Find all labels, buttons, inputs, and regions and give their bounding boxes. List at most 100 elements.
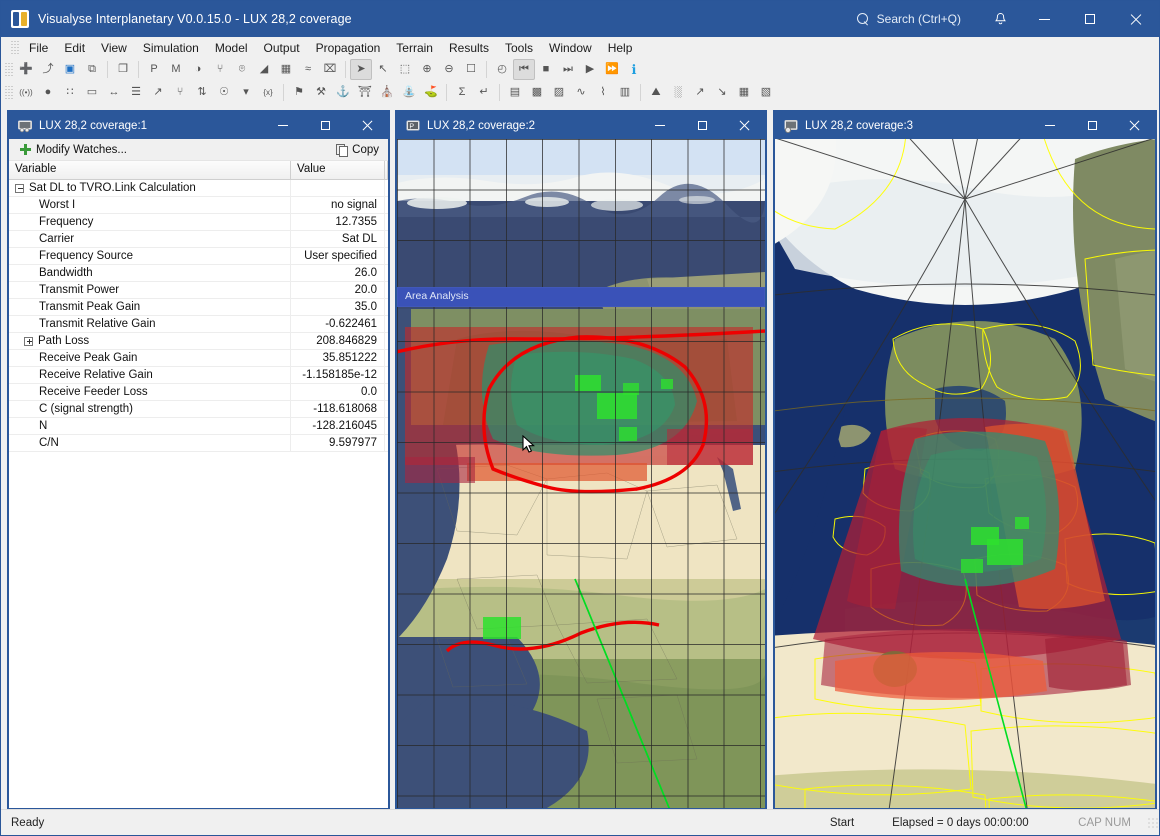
add-mobile-station-icon[interactable]: ⚓ bbox=[332, 82, 354, 103]
menu-propagation[interactable]: Propagation bbox=[308, 38, 389, 58]
watch-row[interactable]: Receive Feeder Loss 0.0 bbox=[9, 383, 388, 401]
new-globe-window-icon[interactable]: ◑ bbox=[187, 59, 209, 80]
watch-row[interactable]: Sat DL to TVRO.Link Calculation bbox=[9, 180, 388, 197]
fast-forward-icon[interactable]: ⏩ bbox=[601, 59, 623, 80]
new-scenario-icon[interactable]: ▨ bbox=[548, 82, 570, 103]
dropdown-arrow-icon[interactable]: ▾ bbox=[235, 82, 257, 103]
new-link-window-icon[interactable]: ⑂ bbox=[209, 59, 231, 80]
add-link-icon[interactable]: ⇅ bbox=[191, 82, 213, 103]
menu-results[interactable]: Results bbox=[441, 38, 497, 58]
toolbar-grip[interactable] bbox=[5, 61, 13, 78]
add-earth-station-icon[interactable]: ⛩ bbox=[354, 82, 376, 103]
expand-icon[interactable] bbox=[24, 336, 33, 346]
map-maximize-button[interactable] bbox=[681, 112, 723, 139]
step-forward-icon[interactable]: ⏭ bbox=[557, 59, 579, 80]
pan-tool-icon[interactable]: ☐ bbox=[460, 59, 482, 80]
watch-row[interactable]: Transmit Power 20.0 bbox=[9, 281, 388, 299]
menu-window[interactable]: Window bbox=[541, 38, 600, 58]
sum-icon[interactable]: Σ bbox=[451, 82, 473, 103]
globe-maximize-button[interactable] bbox=[1071, 112, 1113, 139]
menu-tools[interactable]: Tools bbox=[497, 38, 541, 58]
add-transmitter-icon[interactable]: ((•)) bbox=[15, 82, 37, 103]
info-icon[interactable]: ℹ bbox=[623, 59, 645, 80]
map-close-button[interactable] bbox=[723, 112, 765, 139]
buildings-filter-icon[interactable]: ▧ bbox=[755, 82, 777, 103]
add-group-station-icon[interactable]: ⛲ bbox=[398, 82, 420, 103]
globe-canvas[interactable] bbox=[775, 139, 1155, 808]
watch-row[interactable]: Worst I no signal bbox=[9, 196, 388, 214]
watch-maximize-button[interactable] bbox=[304, 112, 346, 139]
map-canvas[interactable]: Area Analysis bbox=[397, 139, 765, 808]
column-header-variable[interactable]: Variable bbox=[9, 161, 291, 179]
add-list-icon[interactable]: ☰ bbox=[125, 82, 147, 103]
save-as-document-icon[interactable]: ⧉ bbox=[81, 59, 103, 80]
add-network-icon[interactable]: ⑂ bbox=[169, 82, 191, 103]
terrain-database-icon[interactable]: ⛰ bbox=[645, 82, 667, 103]
variables-icon[interactable]: {x} bbox=[257, 82, 279, 103]
rubber-band-select-icon[interactable]: ⬚ bbox=[394, 59, 416, 80]
watch-row[interactable]: Transmit Peak Gain 35.0 bbox=[9, 298, 388, 316]
scenario-icon[interactable]: ▩ bbox=[526, 82, 548, 103]
close-button[interactable] bbox=[1113, 1, 1159, 37]
column-header-value[interactable]: Value bbox=[291, 161, 385, 179]
open-document-icon[interactable]: ⤴ bbox=[37, 59, 59, 80]
watch-row[interactable]: Frequency 12.7355 bbox=[9, 213, 388, 231]
globe-window-title-bar[interactable]: LUX 28,2 coverage:3 bbox=[775, 112, 1155, 139]
menu-view[interactable]: View bbox=[93, 38, 135, 58]
map-window-title-bar[interactable]: P LUX 28,2 coverage:2 bbox=[397, 112, 765, 139]
status-start-button[interactable]: Start bbox=[818, 810, 866, 836]
menu-file[interactable]: File bbox=[21, 38, 56, 58]
resize-grip[interactable] bbox=[1147, 816, 1159, 829]
zoom-out-icon[interactable]: ⊖ bbox=[438, 59, 460, 80]
new-watch-window-icon[interactable]: ⌾ bbox=[231, 59, 253, 80]
minimize-button[interactable] bbox=[1021, 1, 1067, 37]
watch-row[interactable]: Bandwidth 26.0 bbox=[9, 264, 388, 282]
new-table-window-icon[interactable]: ▦ bbox=[275, 59, 297, 80]
new-plot-window-icon[interactable]: P bbox=[143, 59, 165, 80]
copy-icon[interactable]: ❐ bbox=[112, 59, 134, 80]
plot-chart-icon[interactable]: ∿ bbox=[570, 82, 592, 103]
menu-output[interactable]: Output bbox=[256, 38, 308, 58]
watch-row[interactable]: C (signal strength) -118.618068 bbox=[9, 400, 388, 418]
modify-watches-button[interactable]: Modify Watches... bbox=[17, 143, 130, 157]
add-antenna-icon[interactable]: ☉ bbox=[213, 82, 235, 103]
watch-minimize-button[interactable] bbox=[262, 112, 304, 139]
new-report-window-icon[interactable]: ⌧ bbox=[319, 59, 341, 80]
menu-terrain[interactable]: Terrain bbox=[388, 38, 441, 58]
add-point-icon[interactable]: ● bbox=[37, 82, 59, 103]
map-minimize-button[interactable] bbox=[639, 112, 681, 139]
zoom-in-icon[interactable]: ⊕ bbox=[416, 59, 438, 80]
maximize-button[interactable] bbox=[1067, 1, 1113, 37]
watch-row[interactable]: Transmit Relative Gain -0.622461 bbox=[9, 315, 388, 333]
menu-model[interactable]: Model bbox=[207, 38, 256, 58]
toolbar-grip[interactable] bbox=[5, 84, 13, 101]
search-input[interactable]: Search (Ctrl+Q) bbox=[851, 1, 979, 37]
add-line-icon[interactable]: ↔ bbox=[103, 82, 125, 103]
add-vector-icon[interactable]: ↗ bbox=[147, 82, 169, 103]
stop-icon[interactable]: ■ bbox=[535, 59, 557, 80]
new-map-window-icon[interactable]: M bbox=[165, 59, 187, 80]
path-point-icon[interactable]: ↘ bbox=[711, 82, 733, 103]
new-terrain-window-icon[interactable]: ◢ bbox=[253, 59, 275, 80]
watch-row[interactable]: C/N 9.597977 bbox=[9, 434, 388, 452]
play-icon[interactable]: ▶ bbox=[579, 59, 601, 80]
select-tool-icon[interactable]: ➤ bbox=[350, 59, 372, 80]
watch-close-button[interactable] bbox=[346, 112, 388, 139]
copy-button[interactable]: Copy bbox=[333, 143, 382, 157]
watch-row[interactable]: Receive Peak Gain 35.851222 bbox=[9, 349, 388, 367]
watch-window-title-bar[interactable]: LUX 28,2 coverage:1 bbox=[9, 112, 388, 139]
report-icon[interactable]: ▤ bbox=[504, 82, 526, 103]
pick-tool-icon[interactable]: ↖ bbox=[372, 59, 394, 80]
menu-help[interactable]: Help bbox=[600, 38, 641, 58]
collapse-icon[interactable] bbox=[15, 183, 24, 193]
clutter-add-icon[interactable]: ░ bbox=[667, 82, 689, 103]
watch-row[interactable]: Carrier Sat DL bbox=[9, 230, 388, 248]
clock-icon[interactable]: ◴ bbox=[491, 59, 513, 80]
add-receiver-station-icon[interactable]: ⛪ bbox=[376, 82, 398, 103]
bar-chart-icon[interactable]: ▥ bbox=[614, 82, 636, 103]
new-document-icon[interactable]: ➕ bbox=[15, 59, 37, 80]
menu-simulation[interactable]: Simulation bbox=[135, 38, 207, 58]
watch-row[interactable]: Receive Relative Gain -1.158185e-12 bbox=[9, 366, 388, 384]
bell-icon[interactable] bbox=[979, 1, 1021, 37]
buildings-add-icon[interactable]: ▦ bbox=[733, 82, 755, 103]
